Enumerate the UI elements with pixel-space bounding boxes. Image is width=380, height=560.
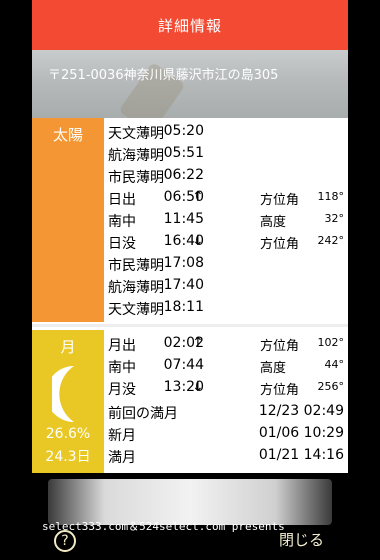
moon-label-text: 月 bbox=[60, 338, 76, 356]
extra-label: 方位角 bbox=[260, 193, 300, 208]
extra-label: 方位角 bbox=[260, 339, 300, 354]
sun-label-text: 太陽 bbox=[52, 126, 83, 144]
sun-row: 市民薄明 17:08 bbox=[108, 255, 348, 277]
event-time: 06:50 bbox=[163, 189, 204, 205]
sun-row: 航海薄明 17:40 bbox=[108, 277, 348, 299]
event-time: 02:02 bbox=[163, 335, 204, 351]
sun-row: 日没 ↓ 16:40 方位角 242° bbox=[108, 233, 348, 255]
moon-phase-row: 前回の満月 12/23 02:49 bbox=[108, 403, 348, 425]
extra-label: 高度 bbox=[260, 361, 287, 376]
moon-row: 月出 ↑ 02:02 方位角 102° bbox=[108, 335, 348, 357]
detail-screen: 詳細情報 〒251-0036神奈川県藤沢市江の島305 太陽 天文薄明 05:2… bbox=[32, 0, 348, 560]
credit-text: select333.com＆524select.com presents bbox=[42, 520, 285, 533]
moon-phase-row: 満月 01/21 14:16 bbox=[108, 447, 348, 469]
page-title: 詳細情報 bbox=[157, 16, 222, 35]
help-button[interactable]: ? bbox=[54, 530, 76, 552]
moon-age: 24.3日 bbox=[45, 449, 91, 465]
event-time: 06:22 bbox=[163, 167, 204, 183]
event-name: 航海薄明 bbox=[108, 148, 164, 164]
extra-value: 256° bbox=[317, 380, 345, 393]
extra-value: 102° bbox=[317, 336, 345, 349]
sun-row: 天文薄明 18:11 bbox=[108, 299, 348, 321]
extra-value: 32° bbox=[324, 212, 345, 225]
event-time: 18:11 bbox=[163, 299, 204, 315]
extra-label: 方位角 bbox=[260, 237, 300, 252]
event-name: 天文薄明 bbox=[108, 126, 164, 142]
phase-name: 新月 bbox=[108, 428, 136, 444]
event-name: 月出 bbox=[108, 338, 136, 354]
event-name: 市民薄明 bbox=[108, 170, 164, 186]
moon-row: 月没 ↓ 13:20 方位角 256° bbox=[108, 379, 348, 401]
event-time: 05:20 bbox=[163, 123, 204, 139]
event-name: 南中 bbox=[108, 214, 136, 230]
address-banner: 〒251-0036神奈川県藤沢市江の島305 bbox=[32, 50, 348, 118]
event-time: 11:45 bbox=[163, 211, 204, 227]
sun-row: 航海薄明 05:51 bbox=[108, 145, 348, 167]
sun-row: 天文薄明 05:20 bbox=[108, 123, 348, 145]
extra-value: 242° bbox=[317, 234, 345, 247]
crescent-moon-icon bbox=[52, 366, 74, 422]
close-button[interactable]: 閉じる bbox=[279, 529, 324, 550]
phase-datetime: 01/21 14:16 bbox=[258, 447, 344, 463]
section-divider bbox=[32, 324, 348, 327]
moon-section-label: 月 26.6% 24.3日 bbox=[32, 330, 104, 473]
moon-illumination: 26.6% bbox=[45, 426, 91, 442]
extra-label: 方位角 bbox=[260, 383, 300, 398]
event-name: 天文薄明 bbox=[108, 302, 164, 318]
event-name: 市民薄明 bbox=[108, 258, 164, 274]
phase-name: 満月 bbox=[108, 450, 136, 466]
extra-value: 118° bbox=[317, 190, 345, 203]
sun-row: 南中 11:45 高度 32° bbox=[108, 211, 348, 233]
event-name: 日出 bbox=[108, 192, 136, 208]
address-text: 〒251-0036神奈川県藤沢市江の島305 bbox=[48, 68, 279, 83]
event-time: 17:40 bbox=[163, 277, 204, 293]
phase-datetime: 01/06 10:29 bbox=[258, 425, 344, 441]
moon-row: 南中 07:44 高度 44° bbox=[108, 357, 348, 379]
event-time: 07:44 bbox=[163, 357, 204, 373]
sun-row: 市民薄明 06:22 bbox=[108, 167, 348, 189]
sun-row: 日出 ↑ 06:50 方位角 118° bbox=[108, 189, 348, 211]
moon-phase-row: 新月 01/06 10:29 bbox=[108, 425, 348, 447]
extra-value: 44° bbox=[324, 358, 345, 371]
phase-name: 前回の満月 bbox=[108, 406, 178, 422]
event-time: 05:51 bbox=[163, 145, 204, 161]
extra-label: 高度 bbox=[260, 215, 287, 230]
event-time: 13:20 bbox=[163, 379, 204, 395]
title-bar: 詳細情報 bbox=[32, 0, 348, 50]
event-name: 航海薄明 bbox=[108, 280, 164, 296]
event-name: 日没 bbox=[108, 236, 136, 252]
event-time: 16:40 bbox=[163, 233, 204, 249]
event-name: 月没 bbox=[108, 382, 136, 398]
event-name: 南中 bbox=[108, 360, 136, 376]
event-time: 17:08 bbox=[163, 255, 204, 271]
sun-section-label: 太陽 bbox=[32, 118, 104, 322]
phase-datetime: 12/23 02:49 bbox=[258, 403, 344, 419]
